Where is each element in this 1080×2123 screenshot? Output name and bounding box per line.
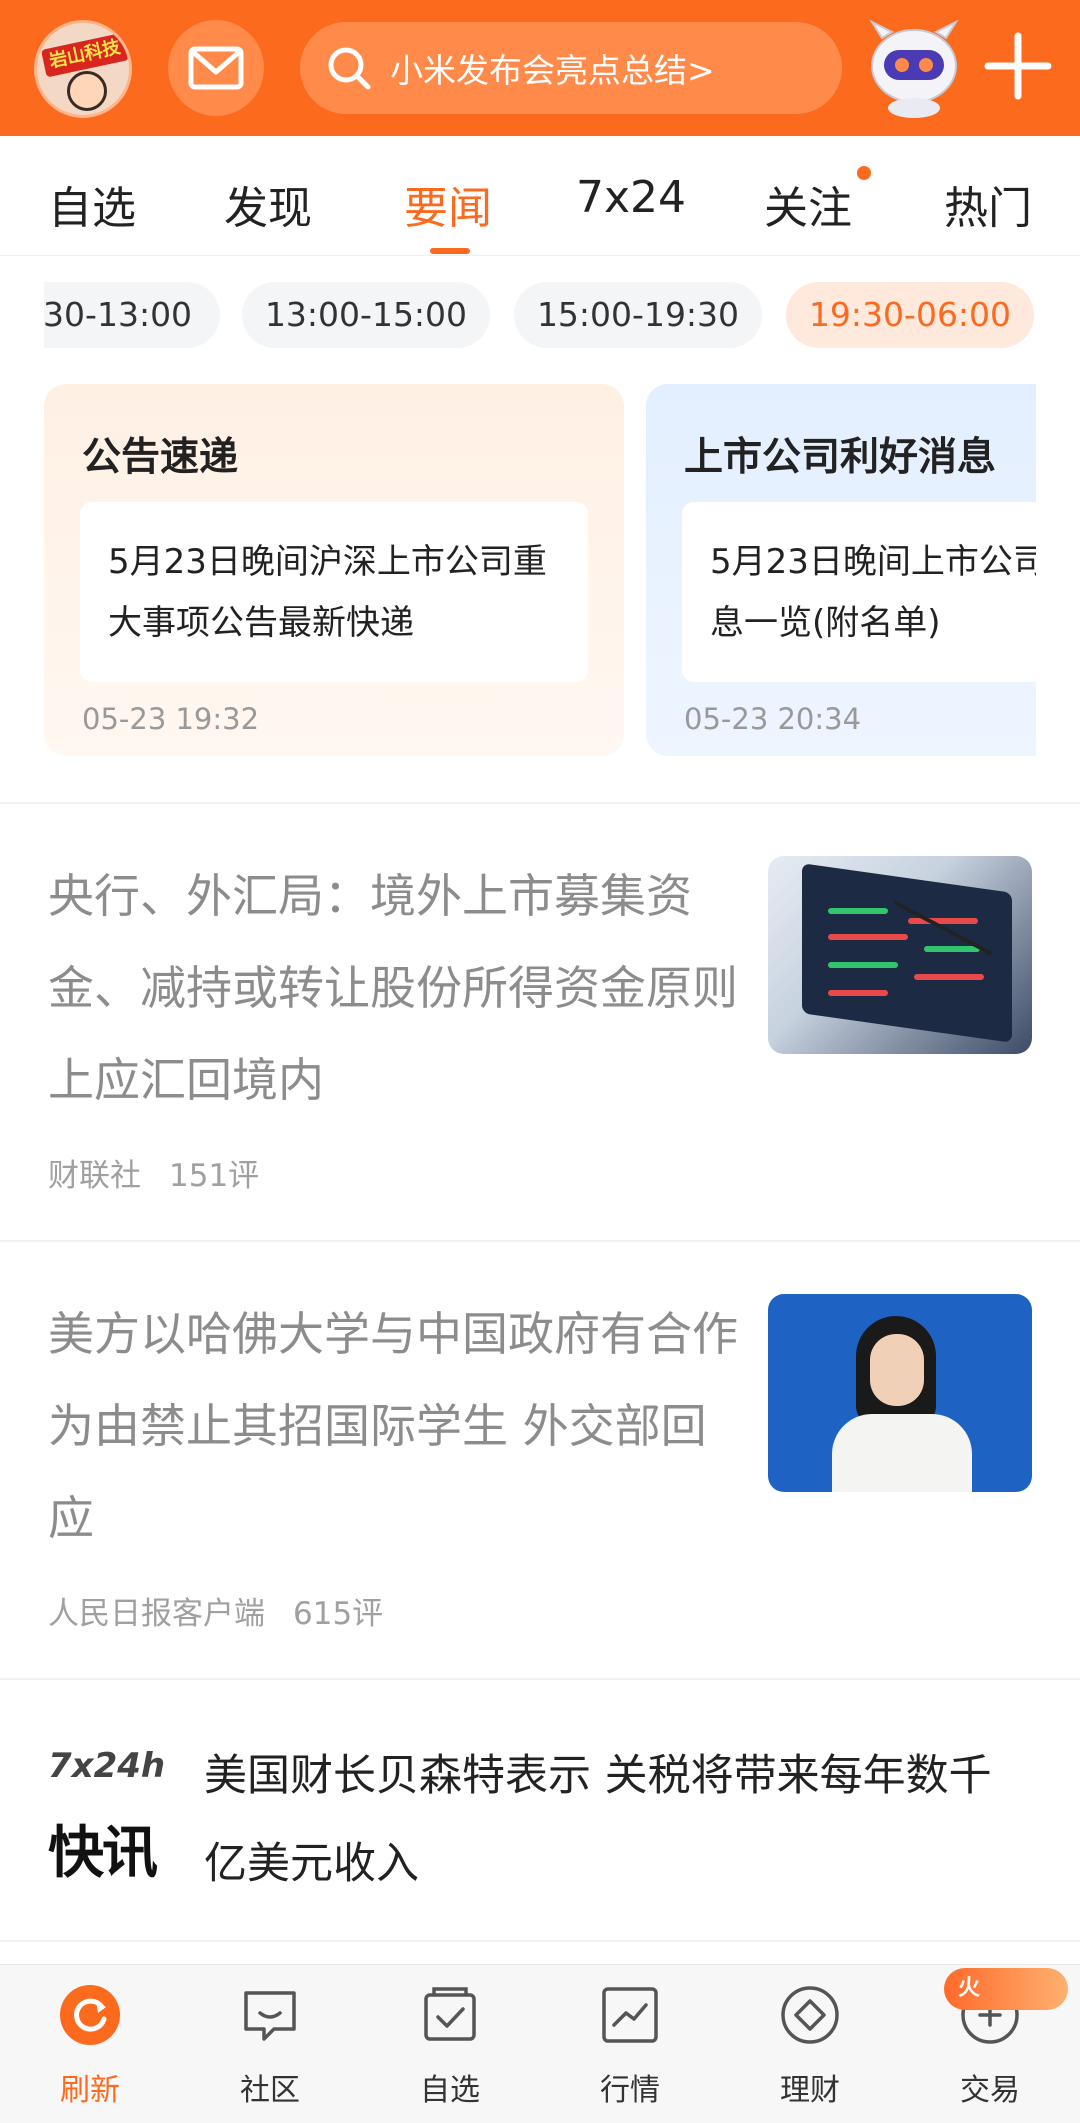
stock-tablet-image[interactable] [768,856,1032,1054]
nav-watchlist[interactable]: 自选 [360,1965,540,2123]
news-meta: 人民日报客户端 615评 [48,1588,383,1633]
avatar-face-icon [67,71,107,111]
news-comments: 151评 [169,1158,260,1194]
flash-logo-bottom: 快讯 [48,1821,158,1886]
refresh-icon [60,1985,120,2045]
top-header: 岩山科技 小米发布会亮点总结> [0,0,1080,136]
divider [0,802,1080,804]
nav-wealth[interactable]: 理财 [720,1965,900,2123]
time-range-pills: :30-13:00 13:00-15:00 15:00-19:30 19:30-… [44,282,1036,348]
robot-mascot-icon[interactable] [862,16,966,120]
time-pill[interactable]: 15:00-19:30 [514,282,762,348]
flash-logo-top: 7x24h [48,1746,166,1786]
chart-line-icon [602,1987,658,2043]
divider [0,1940,1080,1942]
checkbox-icon [424,1987,476,2041]
news-source: 财联社 [48,1158,141,1194]
nav-label: 社区 [240,2073,300,2108]
mail-icon [188,46,244,90]
nav-label: 行情 [600,2073,660,2108]
plus-icon[interactable] [982,30,1054,102]
nav-label: 自选 [420,2073,480,2108]
chat-bubble-icon [244,1991,296,2041]
active-tab-indicator [430,248,470,254]
mail-button[interactable] [168,20,264,116]
divider [0,1240,1080,1242]
flash-title[interactable]: 美国财长贝森特表示 关税将带来每年数千亿美元收入 [204,1732,1024,1908]
notification-dot [857,166,871,180]
channel-tabs: 自选 发现 要闻 7x24 关注 热门 [0,136,1080,256]
tab-yaowen[interactable]: 要闻 [404,172,492,236]
tab-remen[interactable]: 热门 [944,172,1032,236]
nav-market[interactable]: 行情 [540,1965,720,2123]
tab-faxian[interactable]: 发现 [224,172,312,236]
divider [0,1678,1080,1680]
tab-zixuan[interactable]: 自选 [48,172,136,236]
nav-label: 交易 [960,2073,1020,2108]
fire-badge[interactable]: 火 [944,1968,1068,2010]
time-pill-active[interactable]: 19:30-06:00 [786,282,1034,348]
feature-cards: 公告速递 5月23日晚间沪深上市公司重大事项公告最新快递 05-23 19:32… [44,384,1036,756]
nav-label: 刷新 [60,2073,120,2108]
news-source: 人民日报客户端 [48,1596,265,1632]
search-placeholder: 小米发布会亮点总结> [390,51,715,90]
nav-refresh[interactable]: 刷新 [0,1965,180,2123]
card-title: 公告速递 [82,435,239,480]
user-avatar[interactable]: 岩山科技 [34,20,132,118]
diamond-icon [781,1986,839,2044]
card-text: 5月23日晚间上市公司利好消息一览(附名单) [682,502,1036,682]
tab-guanzhu[interactable]: 关注 [764,172,852,236]
card-time: 05-23 20:34 [684,702,862,736]
bottom-nav: 刷新 社区 自选 行情 理财 交易 [0,1964,1080,2123]
search-icon [328,47,371,90]
tab-7x24[interactable]: 7x24 [576,172,686,223]
good-news-card[interactable]: 上市公司利好消息 5月23日晚间上市公司利好消息一览(附名单) 05-23 20… [646,384,1036,756]
news-meta: 财联社 151评 [48,1150,259,1195]
search-bar[interactable]: 小米发布会亮点总结> [300,22,842,114]
time-pill[interactable]: :30-13:00 [44,282,220,348]
nav-label: 理财 [780,2073,840,2108]
announcement-card[interactable]: 公告速递 5月23日晚间沪深上市公司重大事项公告最新快递 05-23 19:32 [44,384,624,756]
time-pill[interactable]: 13:00-15:00 [242,282,490,348]
card-title: 上市公司利好消息 [684,435,997,480]
nav-community[interactable]: 社区 [180,1965,360,2123]
spokesperson-image[interactable] [768,1294,1032,1492]
news-comments: 615评 [293,1596,384,1632]
news-title[interactable]: 美方以哈佛大学与中国政府有合作为由禁止其招国际学生 外交部回应 [48,1288,738,1564]
card-text: 5月23日晚间沪深上市公司重大事项公告最新快递 [80,502,588,682]
tablet-screen [802,863,1012,1043]
card-time: 05-23 19:32 [82,702,260,736]
news-title[interactable]: 央行、外汇局：境外上市募集资金、减持或转让股份所得资金原则上应汇回境内 [48,850,738,1126]
